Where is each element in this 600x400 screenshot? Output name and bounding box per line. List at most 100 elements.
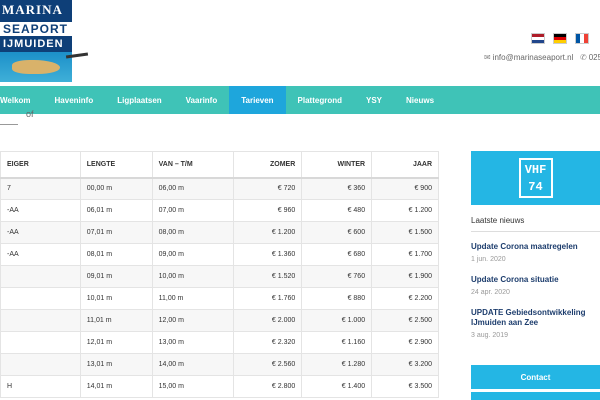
news-item[interactable]: Update Corona situatie 24 apr. 2020 — [471, 275, 600, 296]
table-row: -AA 06,01 m 07,00 m € 960 € 480 € 1.200 — [0, 199, 439, 222]
cell-eigenaar: H — [0, 375, 81, 398]
news-divider — [471, 231, 600, 232]
cell-eigenaar: -AA — [0, 221, 81, 244]
marina-logo[interactable]: MARINA SEAPORT IJMUIDEN — [0, 0, 72, 82]
header-contact: ✉info@marinaseaport.nl ✆0255 - 5 — [484, 53, 600, 62]
news-title[interactable]: Update Corona maatregelen — [471, 242, 600, 252]
nav-item-vaarinfo[interactable]: Vaarinfo — [174, 86, 230, 114]
title-divider — [0, 124, 18, 125]
cell-winter: € 480 — [301, 199, 373, 222]
sidebar-button-2[interactable] — [471, 392, 600, 400]
envelope-icon: ✉ — [484, 53, 491, 62]
cell-lengte: 00,00 m — [79, 177, 153, 200]
col-header-eigenaar: EIGER — [0, 151, 81, 179]
cell-van-tm: 06,00 m — [151, 177, 235, 200]
main-nav: Welkom Haveninfo Ligplaatsen Vaarinfo Ta… — [0, 86, 600, 114]
cell-jaar: € 2.900 — [371, 331, 439, 354]
cell-lengte: 08,01 m — [79, 243, 153, 266]
news-date: 3 aug. 2019 — [471, 332, 508, 339]
logo-line-2: SEAPORT — [0, 22, 72, 36]
news-item[interactable]: UPDATE Gebiedsontwikkeling IJmuiden aan … — [471, 308, 600, 339]
cell-lengte: 06,01 m — [79, 199, 153, 222]
cell-van-tm: 10,00 m — [151, 265, 235, 288]
cell-winter: € 360 — [301, 177, 373, 200]
cell-van-tm: 14,00 m — [151, 353, 235, 376]
language-flags — [531, 33, 589, 44]
logo-line-3: IJMUIDEN — [3, 38, 64, 50]
vhf-label: VHF — [524, 163, 547, 177]
cell-eigenaar: -AA — [0, 243, 81, 266]
news-title[interactable]: Update Corona situatie — [471, 275, 600, 285]
cell-eigenaar — [0, 353, 81, 376]
nav-item-welkom[interactable]: Welkom — [0, 86, 43, 114]
cell-jaar: € 1.900 — [371, 265, 439, 288]
cell-zomer: € 2.320 — [233, 331, 303, 354]
cell-jaar: € 3.500 — [371, 375, 439, 398]
nav-item-ligplaatsen[interactable]: Ligplaatsen — [105, 86, 173, 114]
cell-jaar: € 1.700 — [371, 243, 439, 266]
cell-winter: € 600 — [301, 221, 373, 244]
cell-zomer: € 960 — [233, 199, 303, 222]
cell-van-tm: 07,00 m — [151, 199, 235, 222]
table-header-row: EIGER LENGTE VAN – T/M ZOMER WINTER JAAR — [0, 151, 439, 179]
news-item[interactable]: Update Corona maatregelen 1 jun. 2020 — [471, 242, 600, 263]
vhf-banner: VHF 74 — [471, 151, 600, 205]
tariff-table: EIGER LENGTE VAN – T/M ZOMER WINTER JAAR… — [0, 151, 439, 398]
cell-winter: € 1.280 — [301, 353, 373, 376]
table-row: 10,01 m 11,00 m € 1.760 € 880 € 2.200 — [0, 287, 439, 310]
cell-van-tm: 09,00 m — [151, 243, 235, 266]
table-row: 7 00,00 m 06,00 m € 720 € 360 € 900 — [0, 177, 439, 200]
table-row: 09,01 m 10,00 m € 1.520 € 760 € 1.900 — [0, 265, 439, 288]
page-title: of — [26, 109, 34, 119]
contact-button[interactable]: Contact — [471, 365, 600, 389]
table-row: -AA 08,01 m 09,00 m € 1.360 € 680 € 1.700 — [0, 243, 439, 266]
cell-jaar: € 2.500 — [371, 309, 439, 332]
cell-jaar: € 2.200 — [371, 287, 439, 310]
cell-eigenaar — [0, 309, 81, 332]
header-phone[interactable]: 0255 - 5 — [589, 53, 600, 62]
logo-line-1: MARINA — [2, 2, 63, 17]
cell-van-tm: 12,00 m — [151, 309, 235, 332]
col-header-winter: WINTER — [301, 151, 373, 179]
flag-de-icon[interactable] — [553, 33, 567, 44]
cell-lengte: 10,01 m — [79, 287, 153, 310]
cell-jaar: € 1.500 — [371, 221, 439, 244]
cell-zomer: € 720 — [233, 177, 303, 200]
vhf-channel-badge: VHF 74 — [518, 158, 553, 198]
logo-land — [12, 60, 60, 74]
col-header-van-tm: VAN – T/M — [151, 151, 235, 179]
table-row: -AA 07,01 m 08,00 m € 1.200 € 600 € 1.500 — [0, 221, 439, 244]
cell-eigenaar: -AA — [0, 199, 81, 222]
nav-item-plattegrond[interactable]: Plattegrond — [286, 86, 354, 114]
cell-lengte: 11,01 m — [79, 309, 153, 332]
nav-item-tarieven[interactable]: Tarieven — [229, 86, 286, 114]
nav-item-haveninfo[interactable]: Haveninfo — [43, 86, 106, 114]
cell-van-tm: 08,00 m — [151, 221, 235, 244]
cell-winter: € 1.400 — [301, 375, 373, 398]
cell-eigenaar — [0, 265, 81, 288]
cell-jaar: € 900 — [371, 177, 439, 200]
cell-zomer: € 1.520 — [233, 265, 303, 288]
cell-zomer: € 2.560 — [233, 353, 303, 376]
cell-lengte: 14,01 m — [79, 375, 153, 398]
flag-nl-icon[interactable] — [531, 33, 545, 44]
cell-lengte: 09,01 m — [79, 265, 153, 288]
cell-jaar: € 1.200 — [371, 199, 439, 222]
flag-fr-icon[interactable] — [575, 33, 589, 44]
news-heading: Laatste nieuws — [471, 216, 525, 225]
col-header-jaar: JAAR — [371, 151, 439, 179]
cell-zomer: € 2.000 — [233, 309, 303, 332]
table-row: 12,01 m 13,00 m € 2.320 € 1.160 € 2.900 — [0, 331, 439, 354]
cell-winter: € 680 — [301, 243, 373, 266]
cell-jaar: € 3.200 — [371, 353, 439, 376]
cell-zomer: € 1.760 — [233, 287, 303, 310]
header-email[interactable]: info@marinaseaport.nl — [493, 53, 574, 62]
vhf-channel: 74 — [528, 180, 543, 194]
nav-item-ysy[interactable]: YSY — [354, 86, 394, 114]
news-title[interactable]: UPDATE Gebiedsontwikkeling IJmuiden aan … — [471, 308, 600, 328]
nav-item-nieuws[interactable]: Nieuws — [394, 86, 446, 114]
cell-winter: € 880 — [301, 287, 373, 310]
cell-lengte: 13,01 m — [79, 353, 153, 376]
news-date: 24 apr. 2020 — [471, 289, 510, 296]
cell-eigenaar — [0, 287, 81, 310]
